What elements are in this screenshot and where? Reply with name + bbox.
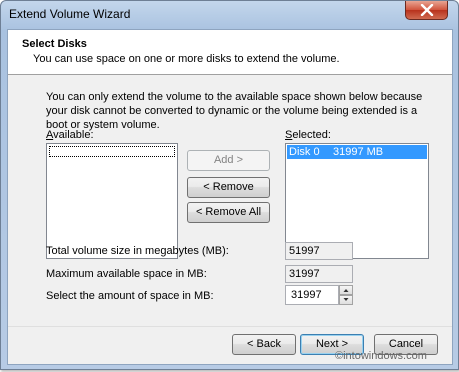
description-text: You can only extend the volume to the av…	[46, 91, 423, 131]
amount-input[interactable]: 31997	[285, 285, 339, 305]
available-listbox[interactable]	[46, 143, 178, 259]
close-button[interactable]	[405, 1, 448, 20]
wizard-header: Select Disks You can use space on one or…	[8, 30, 452, 75]
max-space-label: Maximum available space in MB:	[46, 268, 207, 280]
close-icon	[420, 4, 434, 16]
listbox-focus-rect	[49, 146, 175, 157]
amount-spinner[interactable]	[339, 285, 353, 305]
amount-label: Select the amount of space in MB:	[46, 290, 214, 302]
page-subtitle: You can use space on one or more disks t…	[33, 53, 340, 65]
arrow-up-icon	[343, 289, 349, 292]
selected-list-item[interactable]: Disk 0 31997 MB	[287, 145, 427, 159]
max-space-value: 31997	[285, 265, 353, 283]
window-title: Extend Volume Wizard	[9, 7, 131, 21]
spin-down-button[interactable]	[339, 295, 353, 305]
footer-divider	[8, 326, 452, 327]
arrow-down-icon	[343, 298, 349, 301]
total-size-label: Total volume size in megabytes (MB):	[46, 245, 229, 257]
available-label-text: vailable:	[53, 129, 94, 141]
disk-name: Disk 0	[289, 146, 320, 158]
wizard-window: Extend Volume Wizard Select Disks You ca…	[0, 0, 459, 370]
remove-all-button[interactable]: < Remove All	[187, 202, 270, 223]
selected-label: Selected:	[285, 129, 331, 141]
available-label: Available:	[46, 129, 94, 141]
wizard-client-area: Select Disks You can use space on one or…	[7, 29, 453, 365]
page-title: Select Disks	[22, 38, 87, 50]
title-bar[interactable]: Extend Volume Wizard	[1, 1, 458, 27]
total-size-value: 51997	[285, 242, 353, 260]
disk-size: 31997 MB	[333, 146, 384, 158]
remove-button[interactable]: < Remove	[187, 177, 270, 198]
spin-up-button[interactable]	[339, 285, 353, 295]
add-button[interactable]: Add >	[187, 150, 270, 171]
back-button[interactable]: < Back	[232, 334, 296, 355]
selected-label-text: elected:	[292, 129, 331, 141]
watermark-text: ©intowindows.com	[335, 350, 427, 362]
